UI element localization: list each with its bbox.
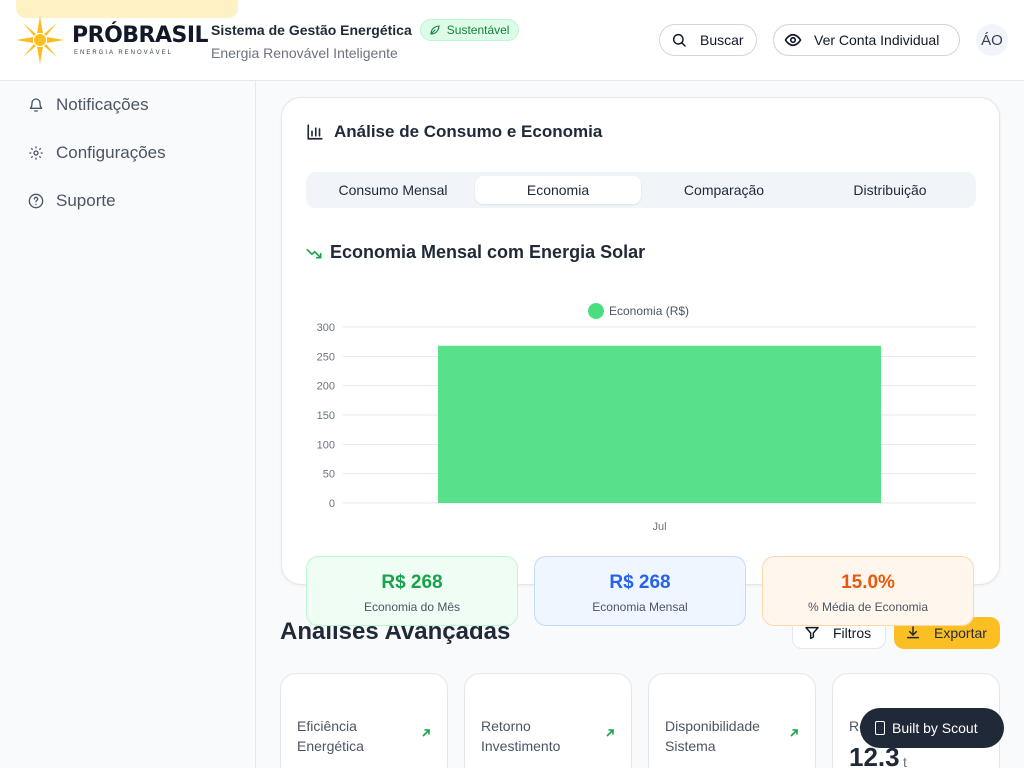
trending-down-icon [306, 248, 322, 258]
y-tick-label: 0 [329, 498, 335, 510]
tab-monthly-consumption[interactable]: Consumo Mensal [310, 176, 476, 204]
arrow-up-right-icon [790, 729, 798, 737]
sidebar-item-label: Suporte [56, 191, 116, 210]
help-circle-icon [28, 193, 44, 209]
y-tick-label: 50 [323, 469, 335, 481]
y-tick-label: 100 [317, 439, 335, 451]
bell-icon [29, 98, 43, 112]
consumption-analysis-card: Análise de Consumo e Economia Consumo Me… [281, 97, 1000, 585]
stat-value: 15.0% [841, 572, 895, 593]
card-title: Análise de Consumo e Economia [306, 122, 602, 142]
app-title: Sistema de Gestão Energética [211, 22, 412, 38]
filters-button-label: Filtros [833, 625, 872, 641]
stat-monthly-savings: R$ 268 Economia Mensal [534, 556, 746, 626]
y-tick-label: 250 [317, 351, 335, 363]
built-by-label: Built by Scout [892, 720, 978, 736]
y-tick-label: 150 [317, 410, 335, 422]
metric-card-label: Eficiência Energética [297, 718, 364, 754]
stat-label: Economia Mensal [592, 600, 688, 614]
metric-card-system-availability[interactable]: Disponibilidade Sistema [648, 673, 816, 768]
app-subtitle: Energia Renovável Inteligente [211, 45, 398, 61]
bar-chart-icon [307, 124, 323, 140]
tab-comparison[interactable]: Comparação [641, 176, 807, 204]
sun-logo-icon [16, 16, 64, 64]
metric-card-label: Retorno Investimento [481, 718, 561, 754]
stat-label: % Média de Economia [807, 600, 929, 614]
logo-word: PRÓBRASIL [72, 22, 209, 48]
status-badge: Sustentável [419, 19, 520, 41]
eye-icon [784, 33, 802, 47]
metric-card-unit: t [903, 754, 907, 768]
leaf-icon [430, 25, 440, 35]
y-tick-label: 200 [317, 381, 335, 393]
legend-swatch [588, 303, 604, 319]
built-by-scout-badge[interactable]: Built by Scout [860, 708, 1004, 748]
brand-logo[interactable]: PRÓBRASIL ENERGIA RENOVÁVEL [16, 16, 209, 64]
sidebar-item-support[interactable]: Suporte [16, 181, 240, 221]
stat-average-savings: 15.0% % Média de Economia [762, 556, 974, 626]
logo-subtitle: ENERGIA RENOVÁVEL [74, 49, 174, 56]
user-avatar[interactable]: ÁO [976, 24, 1008, 56]
status-badge-label: Sustentável [446, 23, 510, 37]
search-button[interactable]: Buscar [659, 24, 757, 56]
card-title-text: Análise de Consumo e Economia [334, 122, 603, 141]
view-individual-account-button[interactable]: Ver Conta Individual [773, 24, 960, 56]
section-title-text: Economia Mensal com Energia Solar [330, 242, 646, 262]
stat-month-savings: R$ 268 Economia do Mês [306, 556, 518, 626]
filter-icon [805, 626, 819, 640]
download-icon [906, 626, 920, 639]
gear-icon [29, 146, 43, 160]
arrow-up-right-icon [606, 729, 614, 737]
stat-value: R$ 268 [609, 572, 671, 593]
stat-label: Economia do Mês [363, 600, 461, 614]
app-header: PRÓBRASIL ENERGIA RENOVÁVEL Sistema de G… [0, 0, 1024, 81]
sidebar-item-label: Configurações [56, 143, 166, 162]
section-title: Economia Mensal com Energia Solar [306, 242, 645, 263]
search-button-label: Buscar [700, 32, 744, 48]
arrow-up-right-icon [422, 729, 430, 737]
legend-label: Economia (R$) [609, 304, 689, 318]
sidebar-item-settings[interactable]: Configurações [16, 133, 240, 173]
sidebar: Notificações Configurações Suporte [0, 81, 256, 768]
x-tick-label: Jul [652, 521, 666, 533]
export-button-label: Exportar [934, 625, 987, 641]
sidebar-item-label: Notificações [56, 95, 149, 114]
bar [437, 345, 882, 503]
metric-card-investment-return[interactable]: Retorno Investimento [464, 673, 632, 768]
scout-icon [875, 721, 885, 735]
search-icon [672, 33, 686, 47]
tab-distribution[interactable]: Distribuição [807, 176, 973, 204]
savings-bar-chart: 0 50 100 150 200 250 300 Jul Economia (R$) [317, 303, 976, 533]
metric-card-energy-efficiency[interactable]: Eficiência Energética [280, 673, 448, 768]
y-tick-label: 300 [317, 322, 335, 334]
stat-value: R$ 268 [381, 572, 443, 593]
sidebar-item-notifications[interactable]: Notificações [16, 85, 240, 125]
metric-card-label: Disponibilidade Sistema [665, 718, 760, 754]
tab-savings[interactable]: Economia [475, 176, 641, 204]
analysis-tabs: Consumo Mensal Economia Comparação Distr… [306, 172, 976, 208]
view-individual-account-label: Ver Conta Individual [814, 32, 940, 48]
